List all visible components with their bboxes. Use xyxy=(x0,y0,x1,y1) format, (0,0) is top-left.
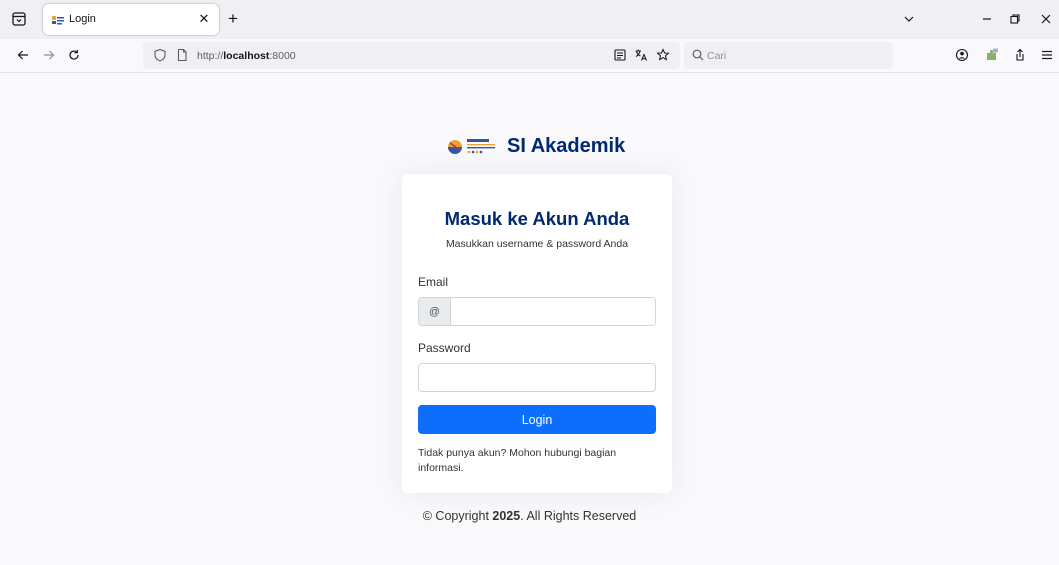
email-input[interactable] xyxy=(451,298,655,325)
tab-title: Login xyxy=(69,13,96,25)
search-placeholder: Cari xyxy=(707,50,727,62)
brand-name: SI Akademik xyxy=(507,134,626,157)
navigation-toolbar: http://localhost:8000 Cari xyxy=(0,39,1059,73)
password-input[interactable] xyxy=(418,363,656,392)
chevron-down-icon[interactable] xyxy=(900,10,918,28)
copyright-year: 2025 xyxy=(492,509,521,523)
copyright-footer: © Copyright 2025. All Rights Reserved xyxy=(0,509,1059,523)
close-icon[interactable]: ✕ xyxy=(195,10,213,28)
close-window-icon[interactable] xyxy=(1037,10,1055,28)
tab-login[interactable]: Login ✕ xyxy=(43,4,219,35)
email-label: Email xyxy=(418,275,449,289)
password-label: Password xyxy=(418,341,471,355)
share-icon[interactable] xyxy=(1011,46,1029,64)
brand-logo xyxy=(445,135,501,157)
search-icon xyxy=(691,48,705,62)
url-scheme: http:// xyxy=(197,50,224,62)
login-card: Masuk ke Akun Anda Masukkan username & p… xyxy=(402,174,672,493)
menu-icon[interactable] xyxy=(1038,46,1056,64)
email-input-group: @ xyxy=(418,297,656,326)
copyright-suffix: . All Rights Reserved xyxy=(520,509,637,523)
plus-icon[interactable]: + xyxy=(224,9,242,28)
card-subtitle: Masukkan username & password Anda xyxy=(445,238,629,250)
copyright-prefix: © Copyright xyxy=(422,509,489,523)
account-icon[interactable] xyxy=(953,46,971,64)
shield-icon[interactable] xyxy=(152,47,168,63)
tab-strip: Login ✕ + xyxy=(0,0,1059,39)
url-text[interactable]: http://localhost:8000 xyxy=(197,50,296,62)
url-port: :8000 xyxy=(269,50,296,62)
page-icon[interactable] xyxy=(174,47,190,63)
star-icon[interactable] xyxy=(655,47,671,63)
reader-mode-icon[interactable] xyxy=(612,47,628,63)
minimize-icon[interactable] xyxy=(978,10,996,28)
extension-icon[interactable] xyxy=(983,46,1001,64)
card-title: Masuk ke Akun Anda xyxy=(444,208,630,229)
reload-icon[interactable] xyxy=(65,46,83,64)
restore-icon[interactable] xyxy=(1006,10,1024,28)
tab-list-icon[interactable] xyxy=(10,10,28,28)
translate-icon[interactable] xyxy=(633,47,649,63)
back-icon[interactable] xyxy=(14,46,32,64)
help-text: Tidak punya akun? Mohon hubungi bagian i… xyxy=(418,447,617,474)
url-host: localhost xyxy=(223,50,270,62)
at-sign-prefix: @ xyxy=(419,298,451,325)
search-bar[interactable]: Cari xyxy=(684,42,893,69)
page-content: SI Akademik Masuk ke Akun Anda Masukkan … xyxy=(0,73,1059,565)
url-bar[interactable]: http://localhost:8000 xyxy=(143,42,680,69)
login-button[interactable]: Login xyxy=(418,405,656,434)
forward-icon[interactable] xyxy=(40,46,58,64)
brand[interactable]: SI Akademik xyxy=(445,132,625,160)
favicon-icon xyxy=(52,14,64,25)
